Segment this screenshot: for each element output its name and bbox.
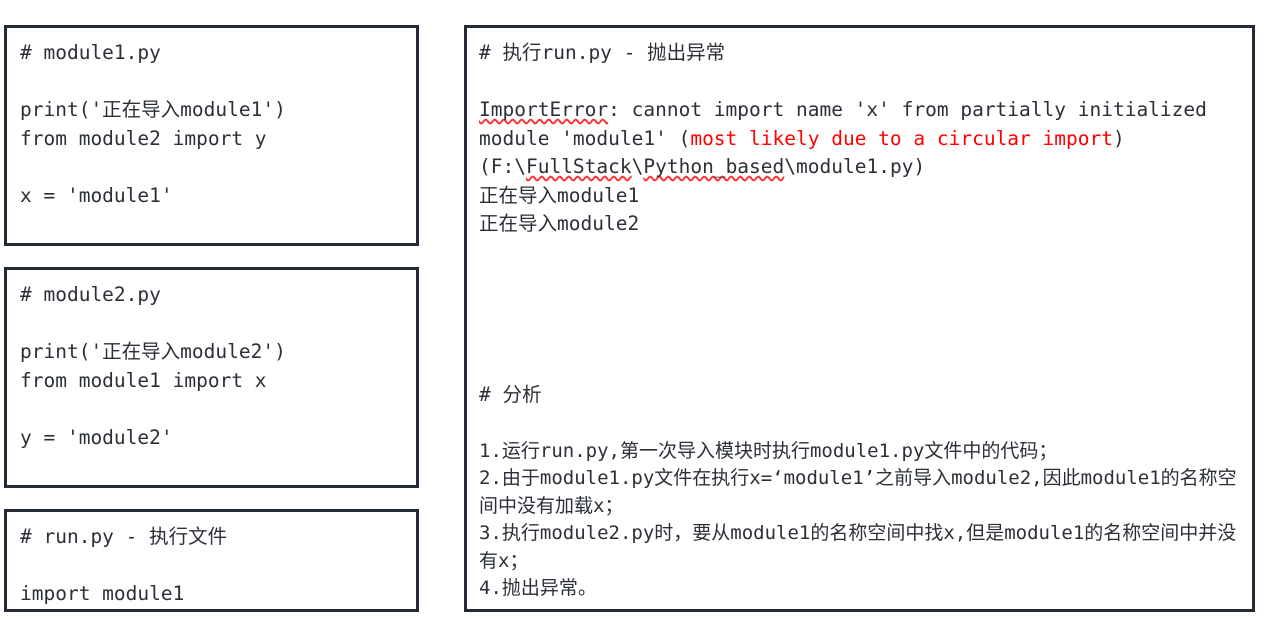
error-path-part-1: FullStack: [525, 155, 632, 178]
module1-code-panel: # module1.py print('正在导入module1') from m…: [4, 25, 419, 246]
output-title-comment: # 执行run.py - 抛出异常: [479, 41, 726, 64]
module2-body: print('正在导入module2') from module1 import…: [20, 340, 286, 449]
module1-code-block: # module1.py print('正在导入module1') from m…: [7, 28, 416, 210]
runpy-code-panel: # run.py - 执行文件 import module1: [4, 509, 419, 612]
import-error-message: ImportError: cannot import name 'x' from…: [479, 96, 1252, 182]
output-console-panel: # 执行run.py - 抛出异常 ImportError: cannot im…: [464, 25, 1255, 612]
analysis-item-2: 2.由于module1.py文件在执行x=‘module1’之前导入module…: [479, 467, 1237, 517]
output-console-inner: # 执行run.py - 抛出异常 ImportError: cannot im…: [467, 28, 1252, 603]
runpy-code-block: # run.py - 执行文件 import module1: [7, 512, 416, 609]
analysis-item-1: 1.运行run.py,第一次导入模块时执行module1.py文件中的代码；: [479, 439, 1058, 462]
runpy-body: import module1: [20, 582, 185, 605]
exception-name: ImportError: [479, 98, 609, 121]
error-path-part-2: Python_based: [643, 155, 785, 178]
module2-title-comment: # module2.py: [20, 283, 161, 306]
error-path-separator: \: [631, 155, 644, 178]
runpy-title-comment: # run.py - 执行文件: [20, 525, 228, 548]
module2-code-block: # module2.py print('正在导入module2') from m…: [7, 270, 416, 452]
error-path-tail: \module1.py): [784, 155, 926, 178]
module1-title-comment: # module1.py: [20, 41, 161, 64]
analysis-heading: # 分析: [479, 382, 542, 406]
spacer-after-analysis-heading: [479, 409, 1252, 438]
spacer-before-analysis: [479, 239, 1252, 381]
module2-code-panel: # module2.py print('正在导入module2') from m…: [4, 267, 419, 488]
module1-body: print('正在导入module1') from module2 import…: [20, 98, 286, 207]
spacer-after-output-title: [479, 68, 1252, 97]
stdout-line-module1: 正在导入module1: [479, 183, 640, 207]
stdout-line-module2: 正在导入module2: [479, 212, 640, 235]
analysis-item-4: 4.抛出异常。: [479, 577, 597, 599]
analysis-item-3: 3.执行module2.py时，要从module1的名称空间中找x,但是modu…: [479, 522, 1237, 572]
error-segment-red: most likely due to a circular import: [690, 126, 1113, 150]
